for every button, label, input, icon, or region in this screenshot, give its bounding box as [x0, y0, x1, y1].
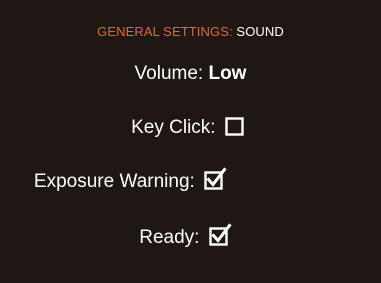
exposure-warning-setting[interactable]: Exposure Warning:	[0, 167, 318, 194]
volume-setting[interactable]: Volume: Low	[0, 62, 381, 86]
ready-setting[interactable]: Ready:	[0, 223, 373, 250]
key-click-label: Key Click:	[131, 117, 216, 138]
key-click-setting[interactable]: Key Click:	[0, 116, 377, 140]
checkbox-checked-icon	[204, 167, 227, 190]
checkbox-checked-icon	[209, 223, 232, 246]
volume-label: Volume:	[134, 63, 204, 84]
sound-settings-screen: GENERAL SETTINGS: SOUND Volume: Low Key …	[0, 0, 381, 283]
section-title: GENERAL SETTINGS:	[97, 24, 233, 39]
key-click-checkbox[interactable]	[225, 117, 244, 136]
volume-value[interactable]: Low	[208, 63, 246, 84]
checkbox-unchecked-icon	[225, 117, 244, 136]
ready-checkbox[interactable]	[209, 223, 232, 246]
exposure-warning-checkbox[interactable]	[204, 167, 227, 190]
page-name: SOUND	[236, 24, 284, 39]
exposure-warning-label: Exposure Warning:	[33, 171, 195, 192]
ready-label: Ready:	[139, 227, 200, 248]
page-title: GENERAL SETTINGS: SOUND	[0, 24, 381, 39]
